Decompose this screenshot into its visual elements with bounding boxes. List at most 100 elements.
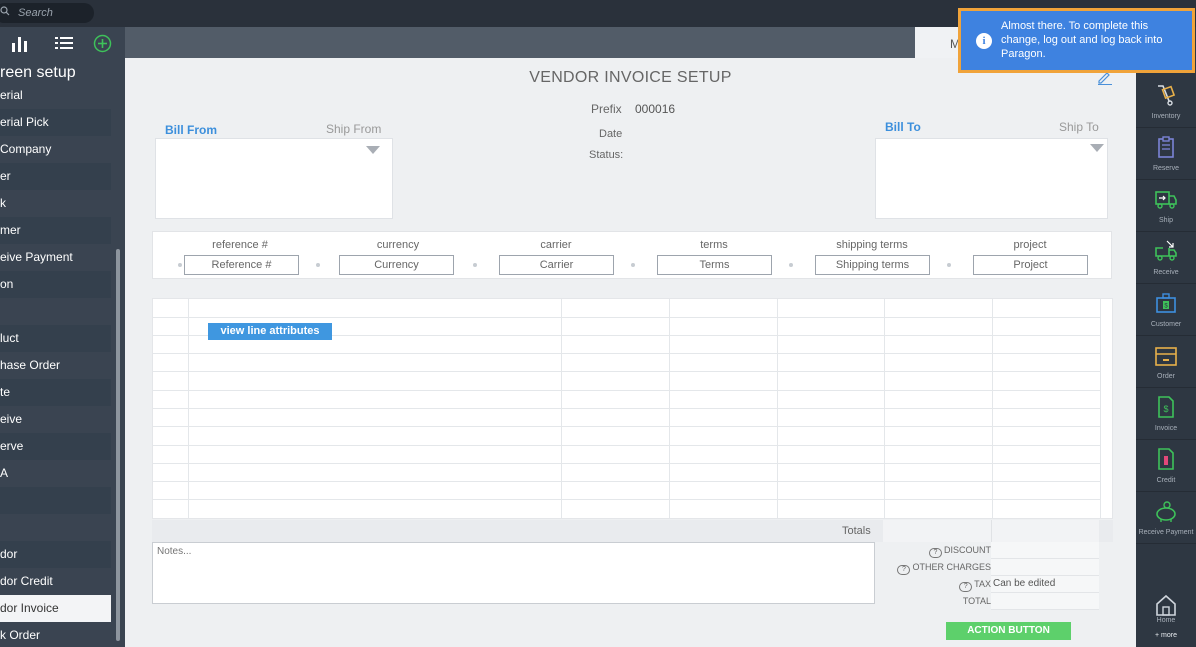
sidebar-item-vendor-credit[interactable]: dor Credit bbox=[0, 568, 111, 595]
nav-customer-label: Customer bbox=[1150, 321, 1182, 328]
list-icon[interactable] bbox=[54, 34, 74, 52]
nav-home[interactable]: Home + more bbox=[1136, 587, 1196, 639]
field-carrier-handle-icon bbox=[473, 263, 477, 267]
tab-ship-to[interactable]: Ship To bbox=[1059, 120, 1099, 134]
total-value bbox=[991, 593, 1099, 610]
sidebar-item-purchase-order[interactable]: hase Order bbox=[0, 352, 111, 379]
nav-inventory-label: Inventory bbox=[1151, 113, 1181, 120]
question-icon[interactable]: ? bbox=[959, 582, 973, 592]
right-nav: Inventory Reserve Ship Receive $ Custome… bbox=[1136, 27, 1196, 647]
field-project-label: project bbox=[1013, 239, 1047, 251]
sidebar-item-blank-1[interactable] bbox=[0, 298, 111, 325]
add-circle-icon[interactable] bbox=[93, 34, 112, 53]
field-reference-label: reference # bbox=[212, 239, 268, 251]
bill-from-dropdown-caret[interactable] bbox=[366, 146, 380, 154]
tab-bill-from[interactable]: Bill From bbox=[165, 123, 217, 137]
totals-row: Totals bbox=[152, 520, 1113, 542]
grid-row-line bbox=[153, 463, 1100, 464]
nav-reserve-label: Reserve bbox=[1152, 165, 1180, 172]
home-icon bbox=[1156, 594, 1176, 616]
sidebar-item-product[interactable]: luct bbox=[0, 325, 111, 352]
sidebar-item-receive-payment[interactable]: eive Payment bbox=[0, 244, 111, 271]
other-charges-value[interactable] bbox=[991, 559, 1099, 576]
nav-reserve[interactable]: Reserve bbox=[1136, 129, 1196, 180]
sidebar-item-blank-2[interactable] bbox=[0, 487, 111, 514]
chart-icon[interactable] bbox=[10, 34, 30, 52]
grid-row-line bbox=[153, 371, 1100, 372]
sidebar-item-location[interactable]: on bbox=[0, 271, 111, 298]
currency-input[interactable]: Currency bbox=[339, 255, 454, 275]
shipping-terms-input[interactable]: Shipping terms bbox=[815, 255, 930, 275]
svg-text:$: $ bbox=[1163, 404, 1168, 414]
tab-ship-from[interactable]: Ship From bbox=[326, 122, 381, 136]
grid-row-line bbox=[153, 481, 1100, 482]
action-button[interactable]: ACTION BUTTON bbox=[946, 622, 1071, 640]
sidebar-item-pick[interactable]: k bbox=[0, 190, 111, 217]
search-icon bbox=[0, 6, 10, 16]
sidebar-item-vendor[interactable]: dor bbox=[0, 541, 111, 568]
sidebar-item-reserve[interactable]: erve bbox=[0, 433, 111, 460]
grid-col-line bbox=[669, 299, 670, 518]
search-input[interactable]: Search bbox=[18, 7, 53, 19]
reference-input[interactable]: Reference # bbox=[184, 255, 299, 275]
more-link[interactable]: + more bbox=[1136, 632, 1196, 639]
sidebar-item-work-order[interactable]: k Order bbox=[0, 622, 111, 647]
briefcase-icon: $ bbox=[1156, 293, 1176, 313]
bill-to-dropdown-caret[interactable] bbox=[1090, 144, 1104, 152]
terms-input[interactable]: Terms bbox=[657, 255, 772, 275]
grid-row-line bbox=[153, 445, 1100, 446]
nav-ship[interactable]: Ship bbox=[1136, 181, 1196, 232]
prefix-label: Prefix bbox=[591, 102, 622, 116]
prefix-value: 000016 bbox=[635, 102, 676, 116]
sidebar-item-material[interactable]: erial bbox=[0, 82, 111, 109]
sidebar-item-vendor-invoice[interactable]: dor Invoice bbox=[0, 595, 111, 622]
notification-toast[interactable]: i Almost there. To complete this change,… bbox=[958, 8, 1195, 73]
nav-credit[interactable]: Credit bbox=[1136, 441, 1196, 492]
sidebar-item-receive[interactable]: eive bbox=[0, 406, 111, 433]
notification-message: Almost there. To complete this change, l… bbox=[1001, 20, 1163, 60]
bill-from-address-box[interactable] bbox=[155, 138, 393, 219]
sidebar-list: erial erial Pick Company er k mer eive P… bbox=[0, 82, 111, 647]
tax-value[interactable]: Can be edited bbox=[991, 576, 1099, 593]
grid-col-line bbox=[188, 299, 189, 518]
totals-label: Totals bbox=[842, 525, 871, 537]
search-box[interactable]: Search bbox=[0, 3, 94, 23]
info-icon: i bbox=[976, 33, 992, 49]
sidebar-item-rma[interactable]: A bbox=[0, 460, 111, 487]
tab-bill-to[interactable]: Bill To bbox=[885, 120, 921, 134]
totals-cell bbox=[991, 520, 1099, 542]
project-input[interactable]: Project bbox=[973, 255, 1088, 275]
question-icon[interactable]: ? bbox=[929, 548, 942, 558]
nav-invoice[interactable]: $ Invoice bbox=[1136, 389, 1196, 440]
grid-col-line bbox=[992, 299, 993, 518]
nav-invoice-label: Invoice bbox=[1154, 425, 1178, 432]
nav-customer[interactable]: $ Customer bbox=[1136, 285, 1196, 336]
sidebar-item-customer[interactable]: mer bbox=[0, 217, 111, 244]
discount-label: ? DISCOUNT bbox=[929, 545, 991, 558]
sidebar-item-order[interactable]: er bbox=[0, 163, 111, 190]
discount-value[interactable] bbox=[991, 542, 1099, 559]
carrier-input[interactable]: Carrier bbox=[499, 255, 614, 275]
bill-to-address-box[interactable] bbox=[875, 138, 1108, 219]
sidebar-item-material-pick[interactable]: erial Pick bbox=[0, 109, 111, 136]
nav-receive-payment[interactable]: Receive Payment bbox=[1136, 493, 1196, 544]
line-items-grid[interactable]: view line attributes bbox=[152, 298, 1113, 519]
sidebar-toolbar bbox=[0, 27, 125, 60]
nav-inventory[interactable]: Inventory bbox=[1136, 77, 1196, 128]
tax-row: ? TAX Can be edited bbox=[885, 576, 1099, 593]
grid-col-line bbox=[1100, 299, 1101, 518]
sidebar-scrollbar[interactable] bbox=[116, 249, 120, 641]
question-icon[interactable]: ? bbox=[897, 565, 911, 575]
sidebar-item-quote[interactable]: te bbox=[0, 379, 111, 406]
grid-row-line bbox=[153, 408, 1100, 409]
view-line-attributes-button[interactable]: view line attributes bbox=[208, 323, 332, 340]
credit-icon bbox=[1158, 448, 1174, 470]
nav-order-label: Order bbox=[1157, 373, 1175, 380]
sidebar-item-blank-3[interactable] bbox=[0, 514, 111, 541]
sidebar-item-company[interactable]: Company bbox=[0, 136, 111, 163]
nav-receive[interactable]: Receive bbox=[1136, 233, 1196, 284]
notes-field[interactable] bbox=[152, 542, 875, 604]
other-charges-label: ? OTHER CHARGES bbox=[897, 562, 991, 575]
nav-order[interactable]: Order bbox=[1136, 337, 1196, 388]
totals-cell bbox=[883, 520, 991, 542]
